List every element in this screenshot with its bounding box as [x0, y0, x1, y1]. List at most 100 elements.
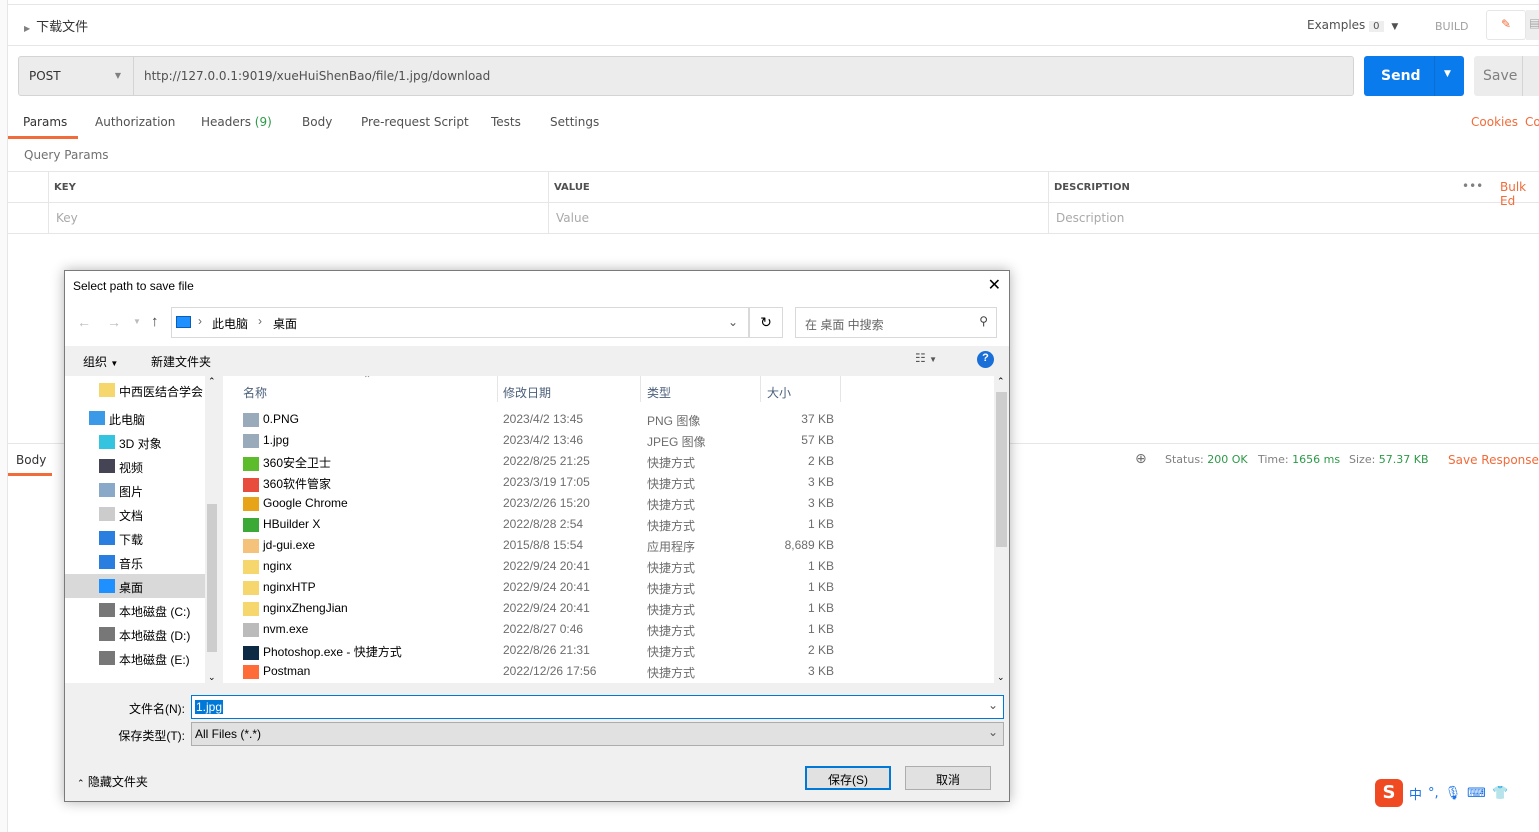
file-row[interactable]: 360安全卫士 2022/8/25 21:25 快捷方式 2 KB [223, 451, 994, 472]
nav-scrollbar[interactable]: ⌃ ⌄ [205, 376, 219, 683]
divider [48, 171, 49, 233]
file-row[interactable]: nginx 2022/9/24 20:41 快捷方式 1 KB [223, 556, 994, 577]
tab-tests[interactable]: Tests [491, 115, 521, 129]
address-bar[interactable]: › 此电脑 › 桌面 ⌄ [171, 307, 749, 338]
request-name[interactable]: ▶ 下载文件 [24, 16, 88, 35]
file-row[interactable]: 1.jpg 2023/4/2 13:46 JPEG 图像 57 KB [223, 430, 994, 451]
edit-pencil-icon[interactable]: ✎ [1486, 10, 1526, 40]
skin-shirt-icon[interactable]: 👕 [1492, 786, 1508, 801]
tab-params[interactable]: Params [23, 115, 67, 129]
cookies-link[interactable]: Cookies [1471, 115, 1518, 129]
send-button[interactable]: Send ▼ [1364, 56, 1464, 96]
more-options-icon[interactable]: ••• [1462, 179, 1483, 193]
save-response-button[interactable]: Save Response [1448, 453, 1539, 467]
ime-mode[interactable]: 中 [1409, 784, 1422, 803]
close-icon[interactable]: ✕ [988, 275, 1001, 295]
response-tab-body[interactable]: Body [16, 453, 46, 467]
file-row[interactable]: Photoshop.exe - 快捷方式 2022/8/26 21:31 快捷方… [223, 640, 994, 661]
comments-icon[interactable]: ▤ [1526, 10, 1539, 40]
recent-dropdown-icon[interactable]: ▼ [133, 317, 141, 326]
tab-body[interactable]: Body [302, 115, 332, 129]
save-file-button[interactable]: 保存(S) [805, 766, 891, 790]
sogou-logo-icon[interactable]: S [1375, 779, 1403, 807]
divider [8, 233, 1539, 234]
search-input[interactable]: 在 桌面 中搜索 ⚲ [795, 307, 997, 338]
nav-item[interactable]: 此电脑 [65, 406, 205, 430]
breadcrumb-desktop[interactable]: 桌面 [273, 315, 297, 332]
file-row[interactable]: 360软件管家 2023/3/19 17:05 快捷方式 3 KB [223, 472, 994, 493]
file-row[interactable]: HBuilder X 2022/8/28 2:54 快捷方式 1 KB [223, 514, 994, 535]
file-row[interactable]: Postman 2022/12/26 17:56 快捷方式 3 KB [223, 661, 994, 682]
file-row[interactable]: jd-gui.exe 2015/8/8 15:54 应用程序 8,689 KB [223, 535, 994, 556]
tab-authorization[interactable]: Authorization [95, 115, 175, 129]
method-select[interactable]: POST ▼ [18, 56, 134, 96]
tab-pre-request-script[interactable]: Pre-request Script [361, 115, 469, 129]
value-input[interactable]: Value [556, 211, 589, 225]
file-row[interactable]: nginxHTP 2022/9/24 20:41 快捷方式 1 KB [223, 577, 994, 598]
help-icon[interactable]: ? [977, 351, 994, 368]
picture-icon [99, 483, 115, 497]
column-size[interactable]: 大小 [767, 384, 791, 401]
url-input[interactable]: http://127.0.0.1:9019/xueHuiShenBao/file… [133, 56, 1354, 96]
column-type[interactable]: 类型 [647, 384, 671, 401]
cancel-button[interactable]: 取消 [905, 766, 991, 790]
file-type: 快捷方式 [647, 561, 696, 575]
file-date: 2022/9/24 20:41 [503, 580, 590, 594]
column-name[interactable]: 名称 [243, 384, 267, 401]
file-row[interactable]: Google Chrome 2023/2/26 15:20 快捷方式 3 KB [223, 493, 994, 514]
file-row[interactable]: 0.PNG 2023/4/2 13:45 PNG 图像 37 KB [223, 409, 994, 430]
breadcrumb-this-pc[interactable]: 此电脑 [212, 315, 248, 332]
nav-item[interactable]: 本地磁盘 (C:) [65, 598, 205, 622]
nav-item-label: 下载 [119, 533, 144, 547]
nav-item[interactable]: 本地磁盘 (E:) [65, 646, 205, 670]
organize-menu[interactable]: 组织 ▼ [83, 353, 118, 370]
filename-label: 文件名(N): [129, 702, 185, 716]
hide-folders-toggle[interactable]: ⌃ 隐藏文件夹 [77, 773, 148, 790]
save-button[interactable]: Save [1474, 56, 1539, 96]
active-tab-indicator [8, 473, 52, 476]
column-date[interactable]: 修改日期 [503, 384, 551, 401]
nav-item[interactable]: 视频 [65, 454, 205, 478]
file-row[interactable]: nginxZhengJian 2022/9/24 20:41 快捷方式 1 KB [223, 598, 994, 619]
file-row[interactable]: nvm.exe 2022/8/27 0:46 快捷方式 1 KB [223, 619, 994, 640]
description-input[interactable]: Description [1056, 211, 1124, 225]
nav-item-label: 本地磁盘 (C:) [119, 605, 191, 619]
globe-icon[interactable]: ⊕ [1135, 451, 1147, 467]
nav-item[interactable]: 本地磁盘 (D:) [65, 622, 205, 646]
tab-settings[interactable]: Settings [550, 115, 599, 129]
nav-item[interactable]: 图片 [65, 478, 205, 502]
code-link[interactable]: Co [1525, 115, 1539, 129]
chevron-down-icon: ⌄ [987, 725, 998, 739]
response-size: Size: 57.37 KB [1349, 453, 1429, 466]
ime-toolbar: S 中 °, 🎙 ⌨ 👕 [1375, 778, 1539, 808]
nav-item[interactable]: 3D 对象 [65, 430, 205, 454]
keyboard-icon[interactable]: ⌨ [1467, 786, 1486, 801]
tab-headers[interactable]: Headers (9) [201, 115, 272, 129]
bulk-edit-link[interactable]: Bulk Ed [1500, 180, 1539, 208]
document-icon [99, 507, 115, 521]
nav-item[interactable]: 音乐 [65, 550, 205, 574]
examples-dropdown[interactable]: Examples 0 ▼ [1307, 18, 1398, 32]
file-list-scrollbar[interactable]: ⌃ ⌄ [994, 376, 1009, 683]
nav-item[interactable]: 下载 [65, 526, 205, 550]
up-icon[interactable]: ↑ [151, 313, 159, 330]
new-folder-button[interactable]: 新建文件夹 [151, 353, 211, 370]
360-manager-icon [243, 477, 259, 492]
nav-item[interactable]: 中西医结合学会 [65, 378, 205, 402]
back-icon[interactable]: ← [77, 314, 91, 330]
nav-item[interactable]: 文档 [65, 502, 205, 526]
nav-item[interactable]: 桌面 [65, 574, 205, 598]
file-size: 8,689 KB [784, 538, 834, 552]
filename-input[interactable]: 1.jpg ⌄ [191, 695, 1004, 719]
file-name: jd-gui.exe [263, 538, 316, 552]
filetype-select[interactable]: All Files (*.*) ⌄ [191, 722, 1004, 746]
chevron-down-icon[interactable]: ⌄ [728, 315, 738, 329]
view-options-icon[interactable]: ☷ ▼ [915, 351, 937, 365]
microphone-icon[interactable]: 🎙 [1445, 786, 1462, 801]
nav-item-label: 文档 [119, 509, 144, 523]
punctuation-icon[interactable]: °, [1428, 786, 1439, 801]
key-input[interactable]: Key [56, 211, 78, 225]
file-size: 1 KB [807, 559, 834, 573]
refresh-icon[interactable]: ↻ [749, 307, 783, 338]
forward-icon[interactable]: → [107, 314, 121, 330]
